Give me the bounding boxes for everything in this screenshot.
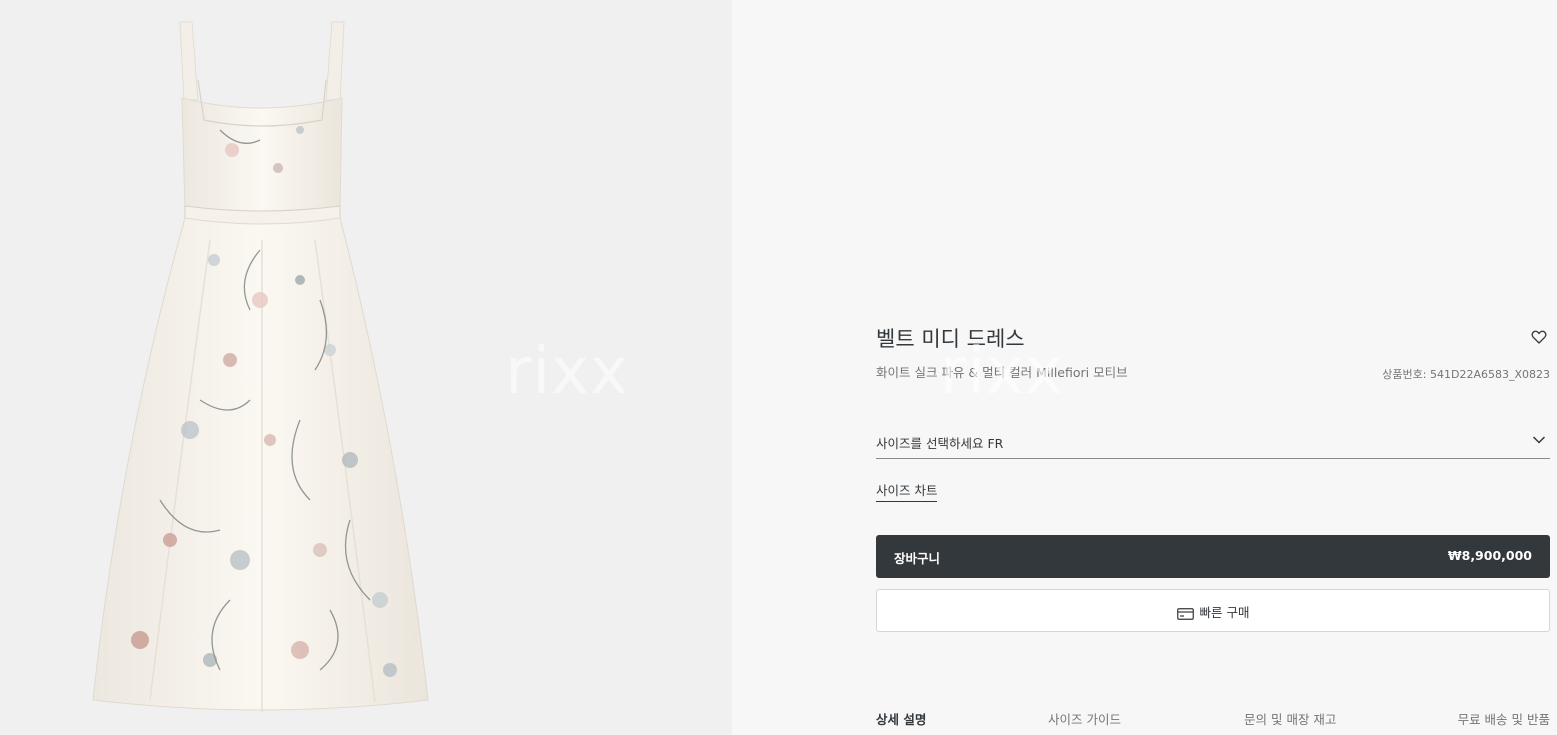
- add-to-cart-label: 장바구니: [894, 551, 941, 566]
- size-select-dropdown[interactable]: 사이즈를 선택하세요 FR: [876, 428, 1550, 459]
- quick-buy-label: 빠른 구매: [1199, 605, 1250, 620]
- wishlist-button[interactable]: [1531, 329, 1547, 345]
- overlay-watermark: rixx: [940, 335, 1064, 409]
- heart-outline-icon: [1531, 330, 1547, 344]
- size-select-label: 사이즈를 선택하세요 FR: [876, 436, 1004, 451]
- product-price: ₩8,900,000: [1447, 548, 1532, 563]
- credit-card-icon: [1176, 608, 1194, 620]
- product-info-tabs: 상세 설명 사이즈 가이드 문의 및 매장 재고 무료 배송 및 반품: [876, 709, 1550, 735]
- product-image-panel[interactable]: rixx: [0, 0, 732, 735]
- tab-description[interactable]: 상세 설명: [876, 709, 926, 728]
- product-reference: 상품번호: 541D22A6583_X0823: [1382, 368, 1550, 381]
- chevron-down-icon: [1532, 436, 1546, 444]
- tab-size-guide[interactable]: 사이즈 가이드: [1048, 709, 1121, 728]
- size-chart-link[interactable]: 사이즈 차트: [876, 480, 938, 502]
- image-watermark: rixx: [505, 335, 629, 409]
- quick-buy-button[interactable]: 빠른 구매: [876, 589, 1550, 632]
- tab-free-shipping-returns[interactable]: 무료 배송 및 반품: [1458, 709, 1550, 728]
- add-to-cart-button[interactable]: 장바구니 ₩8,900,000: [876, 535, 1550, 578]
- tab-inquiry-store-stock[interactable]: 문의 및 매장 재고: [1244, 709, 1336, 728]
- product-detail-panel: 벨트 미디 드레스 화이트 실크 파유 & 멀티 컬러 Millefiori 모…: [732, 0, 1557, 735]
